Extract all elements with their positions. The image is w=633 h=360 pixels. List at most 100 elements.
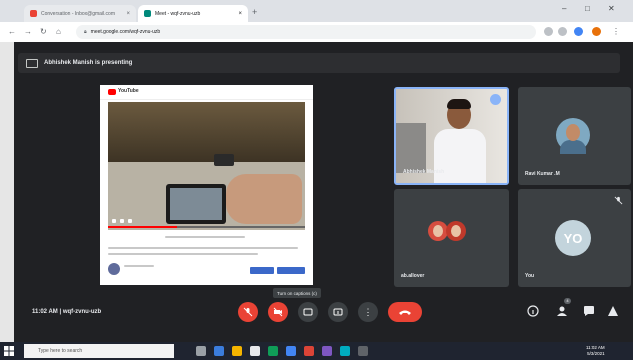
participant-name: Ravi Kumar .M [525, 171, 560, 177]
home-icon[interactable]: ⌂ [56, 27, 61, 36]
play-icon[interactable] [112, 219, 116, 223]
forward-icon[interactable]: → [24, 27, 32, 36]
edge-icon[interactable] [214, 346, 224, 356]
app-icon[interactable] [322, 346, 332, 356]
camera-shelf [396, 123, 426, 173]
join-button[interactable] [250, 267, 274, 274]
new-tab-icon[interactable]: + [252, 7, 257, 17]
os-taskbar: Type here to search 11:02 AM 5/3/2021 [0, 342, 633, 360]
people-icon[interactable] [556, 305, 568, 317]
participant-avatar [446, 221, 466, 241]
video-progress-bar[interactable] [108, 226, 305, 228]
participant-tile-ravi[interactable]: Ravi Kumar .M [518, 87, 631, 185]
leave-call-button[interactable] [388, 302, 422, 322]
browser-tab-meet[interactable]: Meet - wqf-zvnu-uzb × [138, 5, 248, 22]
meeting-time: 11:02 AM [32, 309, 58, 315]
next-icon[interactable] [120, 219, 124, 223]
description-line [108, 247, 298, 249]
presenting-text: Abhishek Manish is presenting [44, 60, 133, 66]
back-icon[interactable]: ← [8, 27, 16, 36]
activities-icon[interactable] [607, 305, 619, 317]
url-text: meet.google.com/wqf-zvnu-uzb [90, 29, 161, 35]
mic-toggle-button[interactable] [238, 302, 258, 322]
meet-favicon-icon [144, 10, 151, 17]
reload-icon[interactable]: ↻ [40, 27, 47, 36]
task-view-icon[interactable] [196, 346, 206, 356]
meeting-code: wqf-zvnu-uzb [62, 309, 102, 315]
browser-menu-icon[interactable]: ⋮ [612, 27, 620, 36]
gmail-favicon-icon [30, 10, 37, 17]
chat-icon[interactable] [583, 305, 595, 317]
participants-count-badge: 4 [564, 298, 571, 304]
clock-date: 5/3/2021 [587, 351, 605, 356]
close-window-icon[interactable]: ✕ [608, 4, 615, 13]
speaking-indicator-icon [490, 94, 501, 105]
minimize-icon[interactable]: – [562, 4, 566, 13]
participant-avatar [556, 118, 590, 154]
lock-icon: 🔒︎ [84, 29, 87, 35]
video-scene-wall [108, 102, 305, 162]
url-input[interactable]: 🔒︎ meet.google.com/wqf-zvnu-uzb [76, 25, 536, 39]
meeting-details-icon[interactable] [527, 305, 539, 317]
camera-off-icon [273, 307, 283, 317]
mic-off-icon [614, 196, 623, 205]
windows-start-icon[interactable] [4, 346, 14, 356]
camera-toggle-button[interactable] [268, 302, 288, 322]
more-vert-icon: ⋮ [363, 306, 373, 317]
address-bar-row: ← → ↻ ⌂ 🔒︎ meet.google.com/wqf-zvnu-uzb … [0, 22, 633, 43]
meeting-info: 11:02 AM | wqf-zvnu-uzb [32, 309, 101, 315]
more-options-button[interactable]: ⋮ [358, 302, 378, 322]
close-tab-icon[interactable]: × [126, 11, 130, 17]
participant-name: ab.allover [401, 273, 425, 279]
participant-tile-presenter[interactable]: Abhishek Manish [394, 87, 509, 185]
mic-off-icon [243, 307, 253, 317]
camera-person-hair [447, 99, 471, 109]
channel-name-line [124, 265, 154, 267]
video-player[interactable] [108, 102, 305, 230]
volume-icon[interactable] [128, 219, 132, 223]
app-icon[interactable] [304, 346, 314, 356]
browser-tab-gmail[interactable]: Conversation - Inbox@gmail.com × [24, 5, 136, 22]
browser-tab-bar: Conversation - Inbox@gmail.com × Meet - … [0, 0, 633, 22]
participant-tile-ab[interactable]: ab.allover [394, 189, 509, 287]
tab-title: Meet - wqf-zvnu-uzb [155, 10, 201, 17]
profile-avatar-icon[interactable] [592, 27, 601, 36]
close-tab-icon[interactable]: × [238, 11, 242, 17]
video-progress-fill [108, 226, 177, 228]
description-line [108, 253, 258, 255]
present-icon [333, 308, 343, 316]
video-scene-robot [214, 154, 234, 166]
presentation-screen[interactable]: YouTube [100, 85, 313, 285]
star-icon[interactable] [558, 27, 567, 36]
participant-name: Abhishek Manish [403, 169, 445, 175]
presented-page-header: YouTube [100, 85, 313, 100]
present-screen-icon [26, 58, 38, 68]
participant-initials-avatar: YO [555, 220, 591, 256]
system-clock[interactable]: 11:02 AM 5/3/2021 [586, 345, 605, 357]
mail-icon[interactable] [286, 346, 296, 356]
chrome-icon[interactable] [268, 346, 278, 356]
app-icon[interactable] [358, 346, 368, 356]
youtube-logo-icon [108, 89, 116, 95]
site-name: YouTube [118, 88, 139, 94]
subscribe-button[interactable] [277, 267, 305, 274]
captions-tooltip: Turn on captions (c) [273, 288, 321, 298]
background-window-strip [0, 42, 14, 342]
presenting-banner: Abhishek Manish is presenting [18, 53, 620, 73]
app-icon[interactable] [340, 346, 350, 356]
participant-tile-you[interactable]: YO You [518, 189, 631, 287]
camera-permission-icon[interactable] [544, 27, 553, 36]
store-icon[interactable] [250, 346, 260, 356]
participant-avatar [428, 221, 448, 241]
taskbar-search-input[interactable]: Type here to search [24, 344, 174, 358]
captions-icon [303, 308, 313, 316]
end-call-icon [399, 310, 411, 315]
video-title-line [165, 236, 245, 238]
video-controls[interactable] [108, 216, 305, 226]
channel-avatar [108, 263, 120, 275]
present-now-button[interactable] [328, 302, 348, 322]
maximize-icon[interactable]: □ [585, 4, 590, 13]
extension-icon[interactable] [574, 27, 583, 36]
captions-button[interactable] [298, 302, 318, 322]
file-explorer-icon[interactable] [232, 346, 242, 356]
